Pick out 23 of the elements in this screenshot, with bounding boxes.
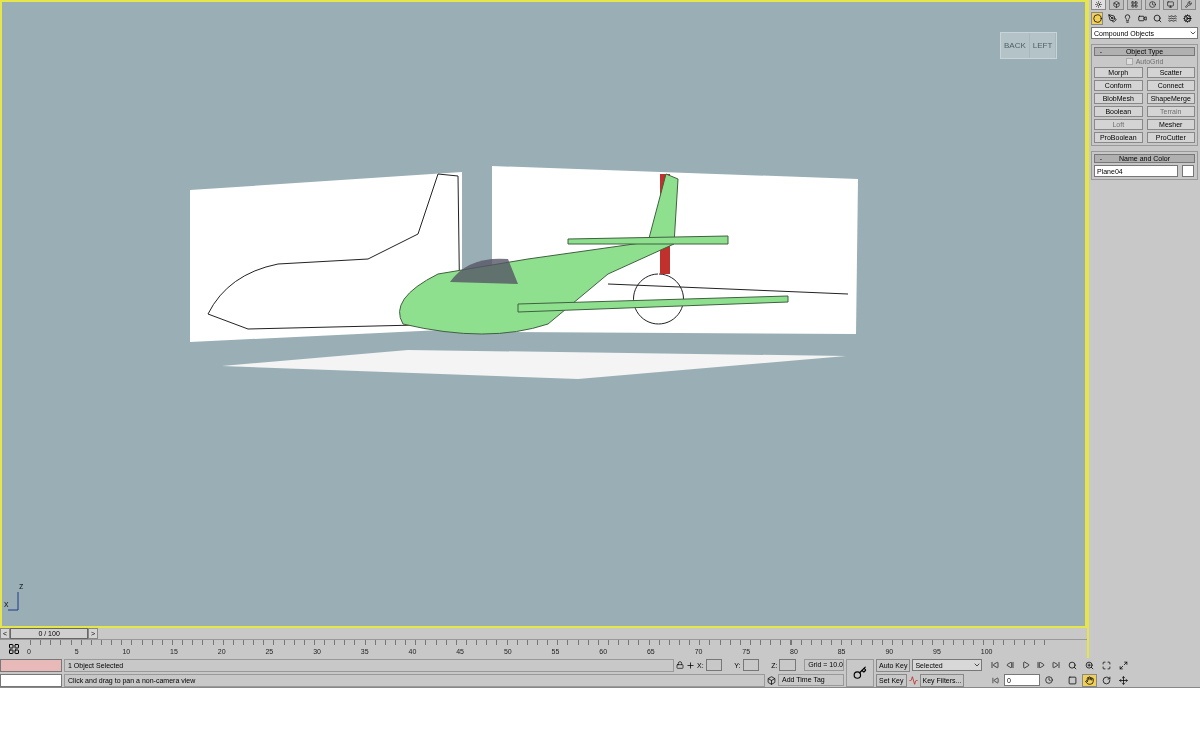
time-config-icon[interactable] xyxy=(1042,674,1056,686)
pan-icon[interactable] xyxy=(1082,673,1097,687)
cube-face-label: LEFT xyxy=(1029,33,1057,58)
key-icon xyxy=(853,665,867,680)
time-tag-icon[interactable] xyxy=(767,675,776,685)
coordinate-field[interactable] xyxy=(779,659,797,671)
next-frame-icon[interactable] xyxy=(1034,659,1048,671)
view-cube[interactable]: BACK LEFT xyxy=(1000,32,1058,59)
go-to-start-icon[interactable] xyxy=(988,659,1002,671)
viewport[interactable]: BACK LEFT z x xyxy=(0,0,1087,628)
listener-field[interactable] xyxy=(0,658,62,672)
lock-icon[interactable] xyxy=(676,661,684,669)
caret-icon xyxy=(973,661,982,669)
coordinate-field[interactable] xyxy=(705,659,723,671)
coordinate-field[interactable] xyxy=(742,659,760,671)
listener-field[interactable] xyxy=(0,673,62,687)
color-swatch[interactable] xyxy=(1182,165,1194,177)
orbit-icon[interactable] xyxy=(1099,673,1114,687)
previous-frame-icon[interactable] xyxy=(1003,659,1017,671)
axis-tripod: z x xyxy=(4,586,24,613)
key-button[interactable] xyxy=(846,658,874,687)
caret-icon xyxy=(1189,29,1197,37)
cube-face-label: BACK xyxy=(1001,33,1030,58)
